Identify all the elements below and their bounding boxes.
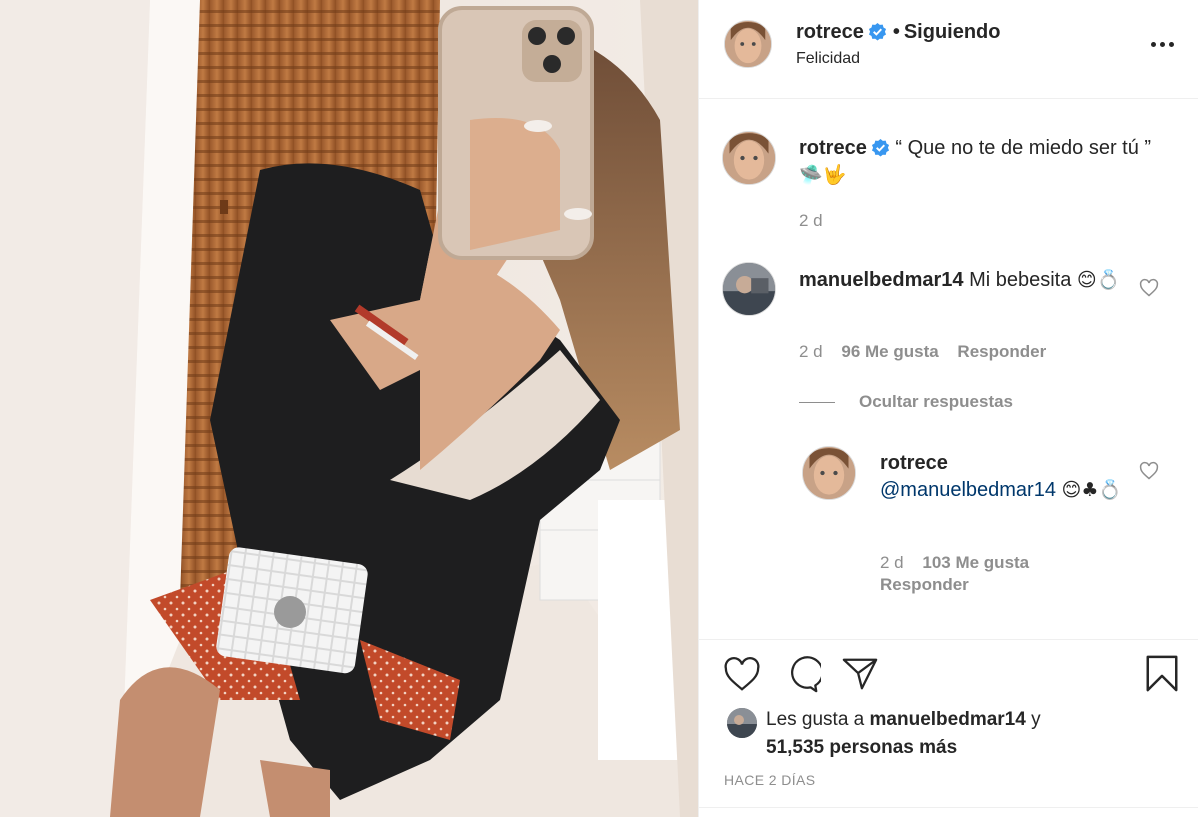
caption-username[interactable]: rotrece	[799, 137, 867, 159]
reply-emojis: 😊♣💍	[1061, 479, 1123, 501]
bookmark-icon[interactable]	[1143, 655, 1181, 693]
hide-replies-label: Ocultar respuestas	[859, 392, 1014, 411]
commenter-avatar[interactable]	[722, 262, 776, 316]
comment-reply-button[interactable]: Responder	[957, 342, 1046, 361]
comment-meta: 2 d 96 Me gusta Responder	[799, 342, 1046, 362]
caption-text: rotrece “ Que no te de miedo ser tú ” 🛸🤟	[799, 135, 1169, 189]
reply-username[interactable]: rotrece	[880, 450, 1130, 477]
post-photo-illustration	[0, 0, 698, 817]
author-header-line: rotrece • Siguiendo	[796, 21, 1001, 44]
divider	[699, 807, 1198, 808]
comment-emojis: 😊💍	[1076, 269, 1121, 291]
post-sidebar: rotrece • Siguiendo Felicidad rotrece “ Qu…	[698, 0, 1198, 817]
comment-text: manuelbedmar14 Mi bebesita 😊💍	[799, 267, 1139, 294]
hide-replies-button[interactable]: Ocultar respuestas	[799, 392, 1013, 412]
author-avatar[interactable]	[724, 20, 772, 68]
reply-text: rotrece @manuelbedmar14 😊♣💍	[880, 450, 1130, 504]
reply-meta: 2 d 103 Me gusta Responder	[880, 552, 1100, 596]
heart-icon[interactable]	[723, 656, 761, 694]
reply-mention[interactable]: @manuelbedmar14	[880, 479, 1056, 501]
reply-reply-button[interactable]: Responder	[880, 574, 1100, 596]
post-timestamp[interactable]: HACE 2 DÍAS	[724, 772, 816, 788]
verified-badge-icon	[868, 22, 886, 41]
following-button[interactable]: Siguiendo	[904, 21, 1001, 43]
more-options-icon[interactable]	[1151, 34, 1177, 54]
post-header: rotrece • Siguiendo Felicidad	[699, 0, 1198, 99]
comment-likes[interactable]: 96 Me gusta	[841, 342, 938, 361]
location-link[interactable]: Felicidad	[796, 50, 860, 68]
comments-section: rotrece “ Que no te de miedo ser tú ” 🛸🤟…	[699, 99, 1198, 639]
replies-divider	[799, 401, 835, 403]
separator-dot: •	[892, 21, 900, 43]
likes-user-link[interactable]: manuelbedmar14	[870, 709, 1026, 730]
liker-avatar[interactable]	[727, 708, 757, 738]
reply-like-heart-icon[interactable]	[1139, 461, 1159, 481]
comment-body: Mi bebesita	[969, 269, 1072, 291]
likes-count-link[interactable]: 51,535 personas más	[766, 737, 957, 758]
paper-plane-icon[interactable]	[841, 655, 879, 693]
caption-avatar[interactable]	[722, 131, 776, 185]
reply-likes[interactable]: 103 Me gusta	[922, 553, 1029, 572]
comment-username[interactable]: manuelbedmar14	[799, 269, 964, 291]
caption-emojis: 🛸🤟	[799, 164, 847, 186]
verified-badge-icon	[871, 138, 889, 157]
reply-time: 2 d	[880, 553, 904, 572]
comment-like-heart-icon[interactable]	[1139, 278, 1159, 298]
likes-conj: y	[1031, 709, 1041, 730]
likes-prefix: Les gusta a	[766, 709, 865, 730]
caption-body: “ Que no te de miedo ser tú ”	[895, 137, 1152, 159]
author-username[interactable]: rotrece	[796, 21, 864, 43]
likes-summary: Les gusta a manuelbedmar14 y 51,535 pers…	[766, 706, 1166, 762]
reply-avatar[interactable]	[802, 446, 856, 500]
comment-bubble-icon[interactable]	[783, 656, 821, 694]
comment-time: 2 d	[799, 342, 823, 361]
caption-time: 2 d	[799, 211, 823, 230]
post-photo[interactable]	[0, 0, 698, 817]
